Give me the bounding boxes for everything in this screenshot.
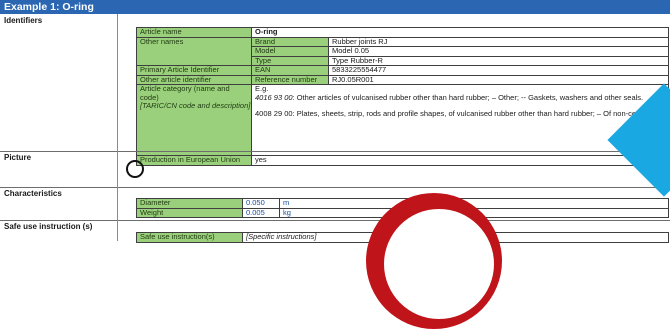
primary-identifier-key: EAN bbox=[251, 65, 329, 76]
article-category-label-italic: [TARIC/CN code and description] bbox=[140, 101, 251, 110]
other-identifier-key: Reference number bbox=[251, 74, 329, 85]
diameter-label: Diameter bbox=[136, 198, 243, 209]
example-title: Example 1: O-ring bbox=[0, 0, 670, 14]
model-value: Model 0.05 bbox=[328, 46, 669, 57]
o-ring-picture bbox=[126, 160, 144, 178]
brand-label: Brand bbox=[251, 36, 329, 47]
type-label: Type bbox=[251, 55, 329, 66]
primary-identifier-value: 5833225554477 bbox=[328, 65, 669, 76]
identifiers-table: Article name O-ring Other names Brand Ru… bbox=[136, 27, 669, 166]
article-name-value: O-ring bbox=[251, 27, 669, 38]
other-identifier-value: RJ0.05R001 bbox=[328, 74, 669, 85]
divider-picture bbox=[0, 151, 670, 152]
production-eu-label: Production in European Union bbox=[136, 155, 252, 166]
other-identifier-label: Other article identifier bbox=[136, 74, 252, 85]
production-eu-value: yes bbox=[251, 155, 669, 166]
other-names-label: Other names bbox=[136, 36, 252, 66]
section-label-identifiers: Identifiers bbox=[4, 16, 43, 25]
model-label: Model bbox=[251, 46, 329, 57]
diameter-value: 0.050 bbox=[242, 198, 280, 209]
article-category-text-1: : Other articles of vulcanised rubber ot… bbox=[292, 92, 644, 102]
weight-value: 0.005 bbox=[242, 207, 280, 218]
article-category-label: Article category (name and code) [TARIC/… bbox=[136, 84, 252, 156]
brand-value: Rubber joints RJ bbox=[328, 36, 669, 47]
article-category-entry-1: 4016 93 00: Other articles of vulcanised… bbox=[255, 92, 665, 103]
divider-safe-use bbox=[0, 220, 670, 221]
primary-identifier-label: Primary Article Identifier bbox=[136, 65, 252, 76]
article-category-value: E.g. 4016 93 00: Other articles of vulca… bbox=[251, 84, 669, 156]
section-label-characteristics: Characteristics bbox=[4, 189, 62, 198]
red-ring-inner-decoration bbox=[384, 209, 494, 319]
article-name-label: Article name bbox=[136, 27, 252, 38]
type-value: Type Rubber-R bbox=[328, 55, 669, 66]
section-label-picture: Picture bbox=[4, 153, 32, 162]
section-label-safe-use: Safe use instruction (s) bbox=[4, 222, 93, 231]
article-category-entry-2: 4008 29 00: Plates, sheets, strip, rods … bbox=[255, 109, 669, 118]
weight-label: Weight bbox=[136, 207, 243, 218]
article-category-code-1: 4016 93 00 bbox=[255, 92, 293, 102]
divider-characteristics bbox=[0, 187, 670, 188]
column-divider bbox=[117, 14, 118, 241]
